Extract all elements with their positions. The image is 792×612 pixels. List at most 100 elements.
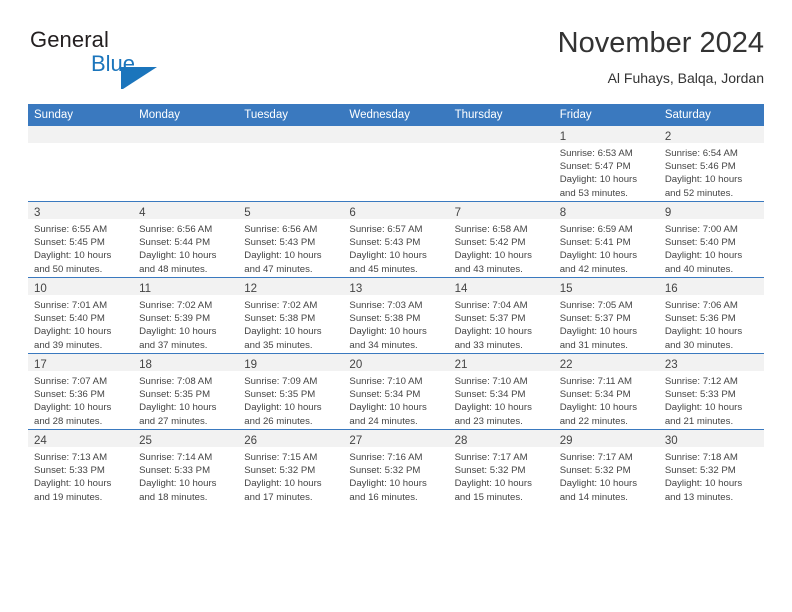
sunrise-time: Sunrise: 6:56 AM — [244, 224, 318, 235]
calendar-day-cell[interactable]: 1 Sunrise: 6:53 AM Sunset: 5:47 PM Daylight… — [553, 126, 659, 202]
calendar-day-cell[interactable]: 30 Sunrise: 7:18 AM Sunset: 5:32 PM Dayligh… — [658, 429, 764, 505]
sunset-time: Sunset: 5:34 PM — [349, 389, 421, 401]
weekday-header-tuesday: Tuesday — [238, 104, 344, 126]
calendar-day-cell[interactable]: 15 Sunrise: 7:05 AM Sunset: 5:37 PM Dayligh… — [553, 277, 659, 354]
calendar-day-cell[interactable]: 29 Sunrise: 7:17 AM Sunset: 5:32 PM Dayligh… — [553, 429, 659, 505]
day-details: Sunrise: 7:16 AM Sunset: 5:32 PM Daylight:… — [343, 447, 448, 504]
day-number-band: 17 — [28, 354, 134, 371]
day-number-band: 29 — [553, 430, 659, 447]
day-number-band: 12 — [238, 278, 344, 295]
daylight-duration-line1: Daylight: 10 hours — [139, 478, 217, 490]
daylight-duration-line2: and 15 minutes. — [454, 491, 523, 503]
sunrise-time: Sunrise: 7:17 AM — [559, 452, 633, 463]
day-number: 26 — [244, 435, 258, 447]
day-number: 24 — [34, 435, 47, 447]
day-number-band: 16 — [658, 278, 764, 295]
sunrise-time: Sunrise: 7:08 AM — [139, 376, 213, 387]
daylight-duration-line2: and 33 minutes. — [454, 339, 523, 351]
day-number: 2 — [664, 131, 672, 143]
daylight-duration-line2: and 39 minutes. — [34, 339, 103, 351]
daylight-duration-line1: Daylight: 10 hours — [139, 250, 217, 262]
sunrise-time: Sunrise: 7:06 AM — [664, 300, 738, 311]
daylight-duration-line1: Daylight: 10 hours — [559, 250, 638, 262]
daylight-duration-line1: Daylight: 10 hours — [559, 478, 638, 490]
calendar-day-cell[interactable]: 14 Sunrise: 7:04 AM Sunset: 5:37 PM Dayligh… — [448, 277, 554, 354]
day-details: Sunrise: 7:15 AM Sunset: 5:32 PM Daylight:… — [238, 447, 343, 504]
calendar-day-cell[interactable]: 26 Sunrise: 7:15 AM Sunset: 5:32 PM Dayligh… — [238, 429, 344, 505]
calendar-week-row: 10 Sunrise: 7:01 AM Sunset: 5:40 PM Dayligh… — [28, 277, 764, 354]
calendar-day-cell[interactable]: 28 Sunrise: 7:17 AM Sunset: 5:32 PM Dayligh… — [448, 429, 554, 505]
day-number-band: 2 — [658, 126, 764, 143]
day-details: Sunrise: 6:58 AM Sunset: 5:42 PM Daylight:… — [449, 219, 554, 276]
day-number-band: 10 — [28, 278, 134, 295]
day-cell-inner: 19 Sunrise: 7:09 AM Sunset: 5:35 PM Dayligh… — [238, 354, 344, 429]
sunrise-time: Sunrise: 7:15 AM — [244, 452, 318, 463]
sunset-time: Sunset: 5:36 PM — [34, 389, 105, 401]
daylight-duration-line2: and 18 minutes. — [139, 491, 208, 503]
daylight-duration-line1: Daylight: 10 hours — [34, 250, 112, 262]
calendar-week-row: 17 Sunrise: 7:07 AM Sunset: 5:36 PM Dayligh… — [28, 353, 764, 430]
day-number-band: 27 — [343, 430, 449, 447]
day-number-band: 22 — [553, 354, 659, 371]
daylight-duration-line2: and 19 minutes. — [34, 491, 103, 503]
day-number-band: 18 — [133, 354, 239, 371]
sunset-time: Sunset: 5:32 PM — [349, 465, 421, 477]
day-cell-inner: 18 Sunrise: 7:08 AM Sunset: 5:35 PM Dayligh… — [133, 354, 239, 429]
day-details: Sunrise: 6:56 AM Sunset: 5:44 PM Daylight:… — [133, 219, 238, 276]
daylight-duration-line2: and 52 minutes. — [664, 187, 734, 199]
sunrise-time: Sunrise: 6:53 AM — [559, 148, 633, 159]
calendar-day-cell[interactable]: 21 Sunrise: 7:10 AM Sunset: 5:34 PM Dayligh… — [448, 353, 554, 430]
sunrise-time: Sunrise: 6:54 AM — [664, 148, 738, 159]
calendar-day-cell[interactable]: 16 Sunrise: 7:06 AM Sunset: 5:36 PM Dayligh… — [658, 277, 764, 354]
calendar-cell-empty — [343, 126, 449, 202]
calendar-header-row: Sunday Monday Tuesday Wednesday Thursday Frid… — [28, 104, 764, 126]
daylight-duration-line1: Daylight: 10 hours — [349, 478, 427, 490]
calendar-day-cell[interactable]: 18 Sunrise: 7:08 AM Sunset: 5:35 PM Dayligh… — [133, 353, 239, 430]
day-cell-inner — [448, 126, 554, 201]
calendar-day-cell[interactable]: 12 Sunrise: 7:02 AM Sunset: 5:38 PM Dayligh… — [238, 277, 344, 354]
day-number-band: 3 — [28, 202, 134, 219]
sunset-time: Sunset: 5:44 PM — [139, 237, 211, 249]
calendar-day-cell[interactable]: 13 Sunrise: 7:03 AM Sunset: 5:38 PM Dayligh… — [343, 277, 449, 354]
day-number: 12 — [244, 283, 258, 295]
day-cell-inner: 27 Sunrise: 7:16 AM Sunset: 5:32 PM Dayligh… — [343, 430, 449, 505]
calendar-day-cell[interactable]: 9 Sunrise: 7:00 AM Sunset: 5:40 PM Daylight… — [658, 201, 764, 278]
calendar-day-cell[interactable]: 25 Sunrise: 7:14 AM Sunset: 5:33 PM Dayligh… — [133, 429, 239, 505]
sunrise-time: Sunrise: 6:57 AM — [349, 224, 423, 235]
calendar-day-cell[interactable]: 7 Sunrise: 6:58 AM Sunset: 5:42 PM Daylight… — [448, 201, 554, 278]
calendar-day-cell[interactable]: 6 Sunrise: 6:57 AM Sunset: 5:43 PM Daylight… — [343, 201, 449, 278]
day-number-band: 26 — [238, 430, 344, 447]
calendar-day-cell[interactable]: 4 Sunrise: 6:56 AM Sunset: 5:44 PM Daylight… — [133, 201, 239, 278]
logo-generalblue[interactable]: General Blue — [28, 26, 268, 89]
sunrise-time: Sunrise: 7:11 AM — [559, 376, 633, 387]
sunrise-time: Sunrise: 7:07 AM — [34, 376, 108, 387]
day-details: Sunrise: 7:17 AM Sunset: 5:32 PM Daylight:… — [554, 447, 659, 504]
day-details: Sunrise: 7:02 AM Sunset: 5:39 PM Daylight:… — [133, 295, 238, 352]
day-cell-inner — [133, 126, 239, 201]
calendar-day-cell[interactable]: 10 Sunrise: 7:01 AM Sunset: 5:40 PM Dayligh… — [28, 277, 134, 354]
day-number: 19 — [244, 359, 258, 371]
sunrise-time: Sunrise: 7:10 AM — [454, 376, 528, 387]
calendar-day-cell[interactable]: 3 Sunrise: 6:55 AM Sunset: 5:45 PM Daylight… — [28, 201, 134, 278]
calendar-day-cell[interactable]: 24 Sunrise: 7:13 AM Sunset: 5:33 PM Dayligh… — [28, 429, 134, 505]
calendar-day-cell[interactable]: 23 Sunrise: 7:12 AM Sunset: 5:33 PM Dayligh… — [658, 353, 764, 430]
day-details: Sunrise: 7:14 AM Sunset: 5:33 PM Daylight:… — [133, 447, 238, 504]
sunrise-time: Sunrise: 6:56 AM — [139, 224, 213, 235]
day-number: 27 — [349, 435, 363, 447]
sunset-time: Sunset: 5:40 PM — [34, 313, 105, 325]
calendar-day-cell[interactable]: 5 Sunrise: 6:56 AM Sunset: 5:43 PM Daylight… — [238, 201, 344, 278]
day-number-band: 21 — [448, 354, 554, 371]
calendar-day-cell[interactable]: 19 Sunrise: 7:09 AM Sunset: 5:35 PM Dayligh… — [238, 353, 344, 430]
calendar-day-cell[interactable]: 20 Sunrise: 7:10 AM Sunset: 5:34 PM Dayligh… — [343, 353, 449, 430]
calendar-day-cell[interactable]: 22 Sunrise: 7:11 AM Sunset: 5:34 PM Dayligh… — [553, 353, 659, 430]
calendar-day-cell[interactable]: 2 Sunrise: 6:54 AM Sunset: 5:46 PM Daylight… — [658, 126, 764, 202]
calendar-day-cell[interactable]: 8 Sunrise: 6:59 AM Sunset: 5:41 PM Daylight… — [553, 201, 659, 278]
daylight-duration-line1: Daylight: 10 hours — [454, 478, 532, 490]
calendar-day-cell[interactable]: 27 Sunrise: 7:16 AM Sunset: 5:32 PM Dayligh… — [343, 429, 449, 505]
calendar-day-cell[interactable]: 17 Sunrise: 7:07 AM Sunset: 5:36 PM Dayligh… — [28, 353, 134, 430]
calendar-day-cell[interactable]: 11 Sunrise: 7:02 AM Sunset: 5:39 PM Dayligh… — [133, 277, 239, 354]
daylight-duration-line2: and 40 minutes. — [664, 263, 734, 275]
day-number-band: 30 — [658, 430, 764, 447]
day-number-band: 1 — [553, 126, 659, 143]
day-number: 15 — [559, 283, 573, 295]
